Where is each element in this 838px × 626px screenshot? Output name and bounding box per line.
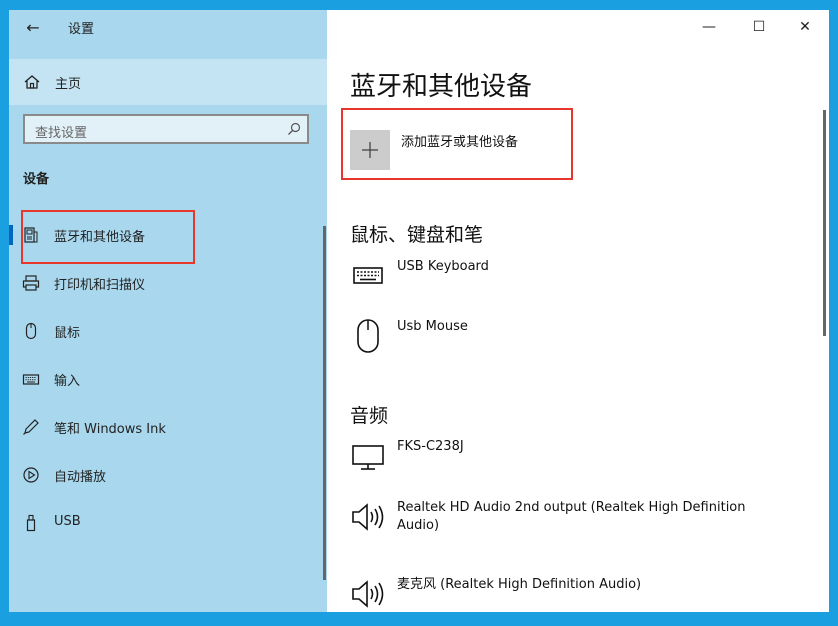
device-item[interactable]: Usb Mouse bbox=[350, 318, 810, 358]
maximize-button[interactable]: ☐ bbox=[743, 16, 775, 38]
mouse-icon bbox=[357, 319, 379, 353]
back-arrow-icon[interactable]: ← bbox=[21, 16, 45, 40]
speaker-icon bbox=[352, 503, 384, 531]
main-scrollbar[interactable] bbox=[823, 110, 826, 336]
device-item[interactable]: FKS-C238J bbox=[350, 438, 810, 478]
sidebar-item-usb[interactable]: USB bbox=[9, 499, 327, 547]
device-item[interactable]: USB Keyboard bbox=[350, 258, 810, 298]
speaker-icon bbox=[352, 580, 384, 608]
sidebar-item-label: 输入 bbox=[54, 374, 81, 389]
highlight-box bbox=[21, 210, 195, 264]
sidebar-item-mouse[interactable]: 鼠标 bbox=[9, 307, 327, 355]
settings-window: ← 设置 主页 查找设置 设备 蓝牙和其他设备 打印机和扫描仪 鼠标 输入 笔和… bbox=[9, 10, 829, 612]
autoplay-icon bbox=[23, 467, 39, 483]
device-name: USB Keyboard bbox=[397, 259, 489, 274]
keyboard-icon bbox=[353, 267, 383, 284]
mouse-icon bbox=[25, 322, 37, 340]
sidebar-item-autoplay[interactable]: 自动播放 bbox=[9, 451, 327, 499]
main-panel: — ☐ ✕ 蓝牙和其他设备 添加蓝牙或其他设备 鼠标、键盘和笔 USB Keyb… bbox=[327, 10, 829, 612]
sidebar-item-printers[interactable]: 打印机和扫描仪 bbox=[9, 259, 327, 307]
search-placeholder: 查找设置 bbox=[35, 126, 88, 141]
device-item[interactable]: Realtek HD Audio 2nd output (Realtek Hig… bbox=[350, 499, 810, 543]
search-icon bbox=[288, 122, 301, 135]
group-title-audio: 音频 bbox=[350, 405, 389, 427]
device-name: Usb Mouse bbox=[397, 319, 468, 334]
home-label: 主页 bbox=[55, 77, 82, 92]
printer-icon bbox=[22, 275, 40, 291]
device-name: Realtek HD Audio 2nd output (Realtek Hig… bbox=[397, 500, 746, 533]
minimize-button[interactable]: — bbox=[693, 16, 725, 38]
page-title: 蓝牙和其他设备 bbox=[350, 72, 533, 102]
close-button[interactable]: ✕ bbox=[789, 16, 821, 38]
sidebar-item-label: 鼠标 bbox=[54, 326, 81, 341]
home-icon bbox=[24, 75, 40, 89]
sidebar-item-typing[interactable]: 输入 bbox=[9, 355, 327, 403]
usb-icon bbox=[26, 514, 36, 532]
section-title: 设备 bbox=[23, 172, 50, 187]
device-item[interactable]: 麦克风 (Realtek High Definition Audio) bbox=[350, 576, 810, 612]
pen-icon bbox=[23, 419, 39, 435]
sidebar-item-label: USB bbox=[54, 514, 81, 529]
sidebar-scrollbar[interactable] bbox=[323, 226, 326, 580]
sidebar-item-label: 自动播放 bbox=[54, 470, 107, 485]
device-name: 麦克风 (Realtek High Definition Audio) bbox=[397, 577, 642, 592]
sidebar: ← 设置 主页 查找设置 设备 蓝牙和其他设备 打印机和扫描仪 鼠标 输入 笔和… bbox=[9, 10, 327, 612]
app-title: 设置 bbox=[68, 22, 95, 37]
keyboard-icon bbox=[22, 374, 40, 385]
monitor-icon bbox=[352, 445, 384, 470]
highlight-box bbox=[341, 108, 573, 180]
sidebar-item-pen[interactable]: 笔和 Windows Ink bbox=[9, 403, 327, 451]
group-title-input-devices: 鼠标、键盘和笔 bbox=[350, 224, 484, 246]
sidebar-item-home[interactable]: 主页 bbox=[9, 59, 327, 105]
sidebar-item-label: 笔和 Windows Ink bbox=[54, 422, 166, 437]
sidebar-item-label: 打印机和扫描仪 bbox=[54, 278, 146, 293]
search-input[interactable]: 查找设置 bbox=[23, 114, 309, 144]
device-name: FKS-C238J bbox=[397, 439, 464, 454]
selected-indicator bbox=[9, 225, 13, 245]
